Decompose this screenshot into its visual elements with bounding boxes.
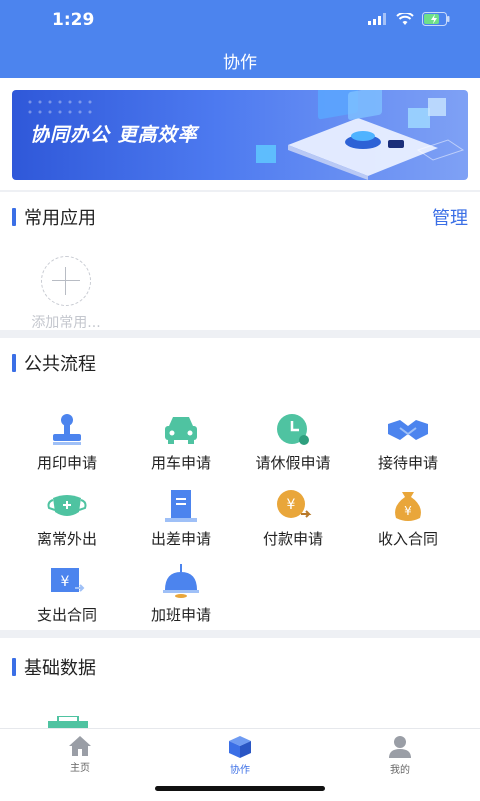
section-marker	[12, 658, 16, 676]
wifi-icon	[396, 12, 414, 25]
home-indicator[interactable]	[155, 786, 325, 791]
svg-text:¥: ¥	[404, 504, 412, 518]
tab-label: 主页	[70, 763, 90, 774]
car-icon	[165, 417, 197, 444]
home-icon	[69, 736, 91, 756]
add-icon	[41, 256, 91, 306]
flow-item-label: 出差申请	[150, 530, 211, 548]
header: 1:29 协作	[0, 0, 480, 78]
flow-item-label: 接待申请	[377, 454, 438, 472]
flow-item-label: 支出合同	[36, 606, 97, 624]
section-title: 基础数据	[12, 654, 96, 680]
page-title: 协作	[223, 53, 257, 73]
flow-item-expense[interactable]: ¥ 支出合同	[7, 564, 127, 625]
flow-item-trip[interactable]: 出差申请	[121, 488, 241, 549]
add-common-app-button[interactable]: 添加常用...	[18, 256, 114, 332]
flow-item-income[interactable]: ¥ 收入合同	[348, 488, 468, 549]
common-apps-section: 常用应用 管理 添加常用...	[0, 192, 480, 332]
flow-item-label: 收入合同	[377, 530, 438, 548]
flow-item-seal[interactable]: 用印申请	[7, 412, 127, 473]
banner-illustration	[256, 90, 465, 180]
banner-text: 协同办公 更高效率	[30, 124, 198, 146]
flow-item-outing[interactable]: 离常外出	[7, 488, 127, 549]
manage-button[interactable]: 管理	[432, 204, 468, 230]
section-title: 公共流程	[12, 350, 96, 376]
flow-item-label: 付款申请	[262, 530, 323, 548]
tab-label: 我的	[390, 765, 410, 776]
clock-icon	[277, 414, 309, 445]
building-icon	[165, 490, 197, 522]
mask-icon	[47, 495, 87, 516]
flow-item-leave[interactable]: 请休假申请	[233, 412, 353, 473]
handshake-icon	[388, 420, 428, 440]
section-marker	[12, 354, 16, 372]
tab-home[interactable]: 主页	[40, 735, 120, 774]
flow-item-label: 请休假申请	[255, 454, 331, 472]
money-bag-icon: ¥	[395, 492, 421, 521]
section-title: 常用应用	[12, 204, 96, 230]
payment-icon: ¥	[277, 490, 312, 518]
public-flow-title: 公共流程	[24, 354, 96, 375]
tab-collaborate[interactable]: 协作	[200, 735, 280, 776]
expense-icon: ¥	[51, 568, 85, 592]
flow-item-label: 加班申请	[150, 606, 211, 624]
section-marker	[12, 208, 16, 226]
basic-data-title: 基础数据	[24, 658, 96, 679]
status-icons	[368, 12, 450, 26]
cube-icon	[229, 736, 251, 758]
banner-section: 协同办公 更高效率	[0, 78, 480, 190]
status-time: 1:29	[52, 10, 95, 30]
flow-item-label: 用印申请	[36, 454, 97, 472]
flow-item-overtime[interactable]: 加班申请	[121, 564, 241, 625]
tab-profile[interactable]: 我的	[360, 735, 440, 776]
seal-icon	[53, 414, 81, 445]
svg-text:¥: ¥	[61, 574, 70, 590]
flow-item-reception[interactable]: 接待申请	[348, 412, 468, 473]
flow-item-car[interactable]: 用车申请	[121, 412, 241, 473]
flow-item-payment[interactable]: ¥ 付款申请	[233, 488, 353, 549]
battery-icon	[422, 12, 450, 26]
common-apps-title: 常用应用	[24, 208, 96, 229]
svg-text:¥: ¥	[287, 497, 296, 513]
banner[interactable]: 协同办公 更高效率	[12, 90, 468, 180]
user-icon	[389, 736, 411, 758]
public-flow-section: 公共流程 用印申请 用车申请 请休假申请 接待申请 离常外出 出差申请 ¥ 付款…	[0, 338, 480, 630]
lamp-icon	[163, 564, 199, 598]
tab-label: 协作	[230, 765, 250, 776]
add-common-app-label: 添加常用...	[31, 315, 101, 331]
flow-item-label: 离常外出	[36, 530, 97, 548]
flow-item-label: 用车申请	[150, 454, 211, 472]
basic-data-section: 基础数据	[0, 638, 480, 730]
signal-icon	[368, 13, 386, 25]
